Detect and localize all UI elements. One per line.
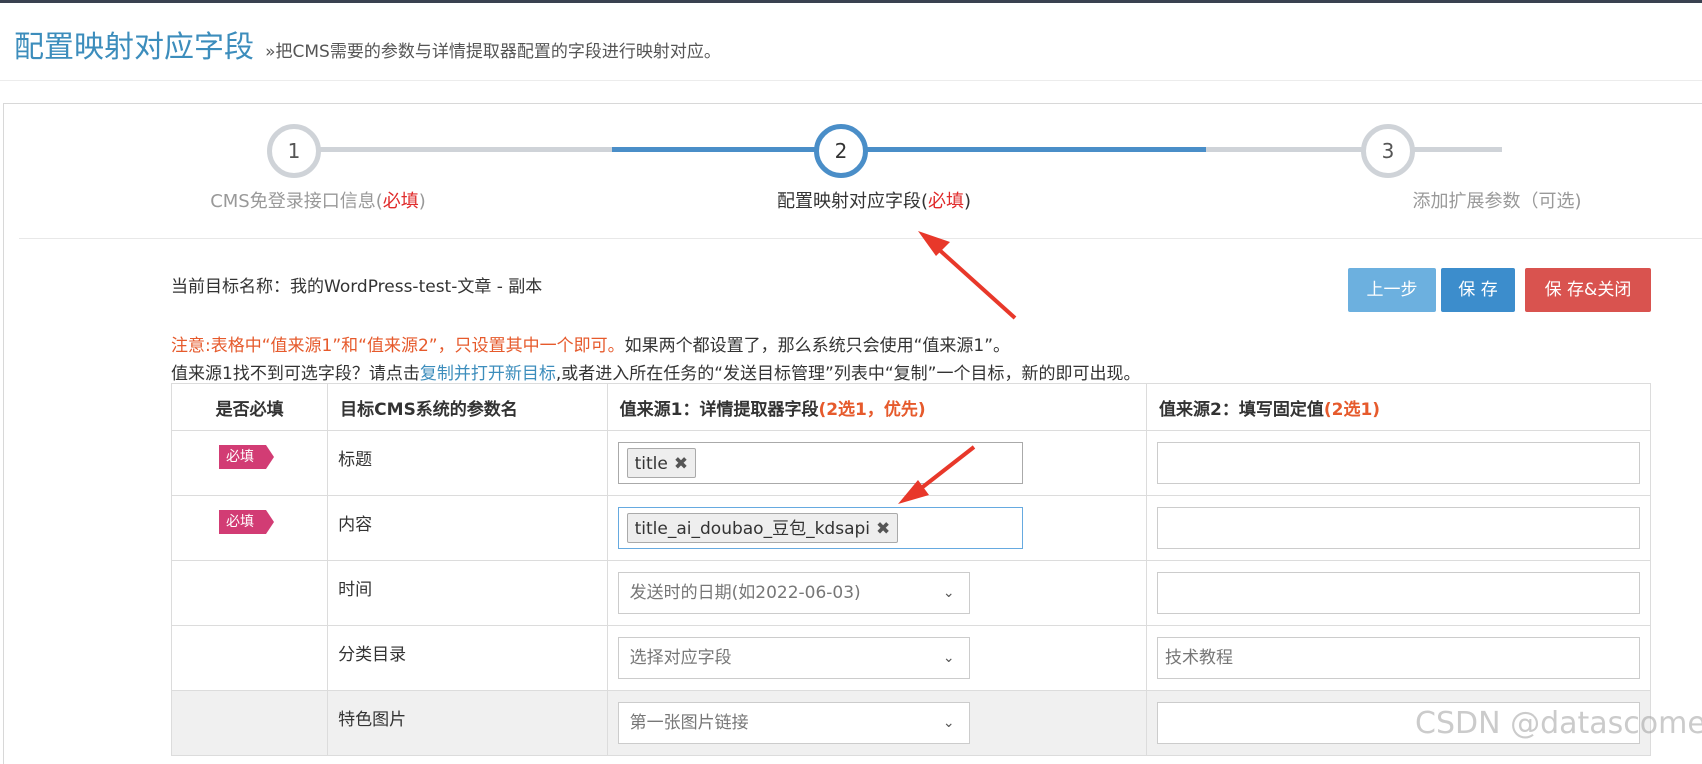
watermark: CSDN @datascome [1415, 706, 1702, 741]
annotation-arrow-icon [918, 231, 1017, 320]
annotation-arrows [898, 231, 1017, 504]
annotation-arrow-icon [898, 445, 976, 504]
